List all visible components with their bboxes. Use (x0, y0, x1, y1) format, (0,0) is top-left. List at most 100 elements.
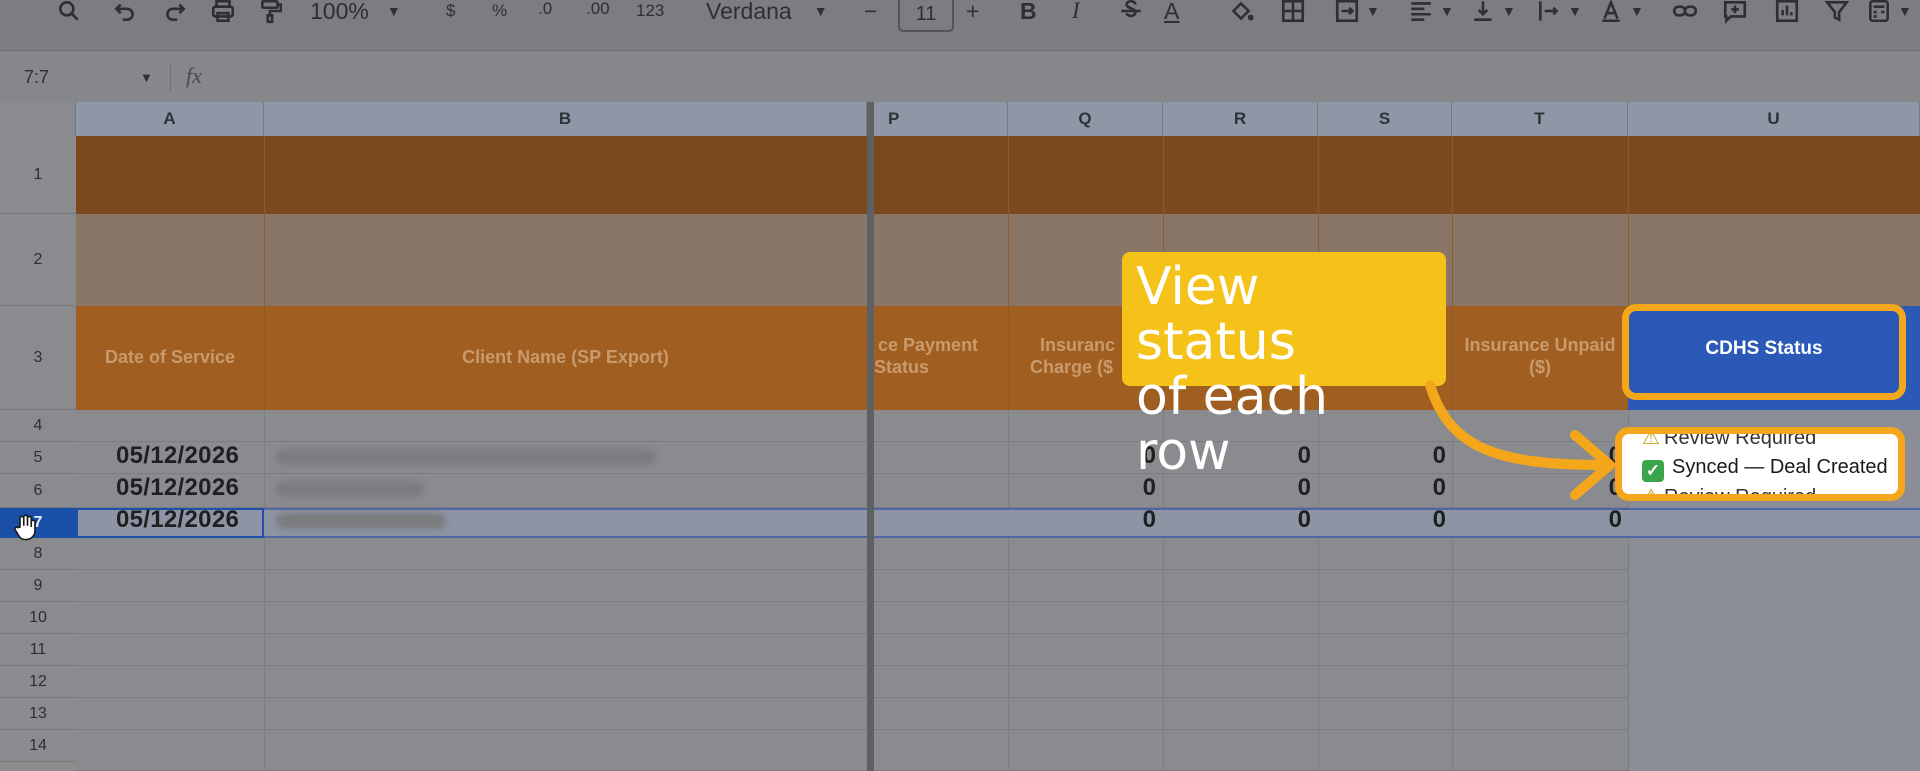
chevron-down-icon: ▼ (813, 3, 828, 19)
column-header-a[interactable]: A (76, 102, 264, 136)
callout-arrow-icon (1425, 380, 1615, 500)
name-box[interactable]: 7:7 (24, 67, 49, 88)
row-header[interactable]: 3 (0, 306, 76, 410)
row-header[interactable]: 5 (0, 442, 76, 474)
row-header[interactable]: 9 (0, 570, 76, 602)
cell-date[interactable]: 05/12/2026 (116, 506, 239, 534)
column-header-p[interactable]: P (874, 102, 1008, 136)
divider (264, 410, 265, 771)
row-header[interactable]: 8 (0, 538, 76, 570)
row-header[interactable]: 14 (0, 730, 76, 762)
column-header-t[interactable]: T (1452, 102, 1628, 136)
italic-button[interactable]: I (1072, 0, 1080, 26)
merge-cells-icon[interactable]: ▼ (1334, 0, 1380, 26)
row-header[interactable]: 2 (0, 214, 76, 306)
number-format-button[interactable]: 123 (636, 0, 664, 26)
warning-icon: ⚠ (1642, 486, 1660, 501)
redacted-client-name (276, 481, 424, 497)
undo-icon[interactable] (112, 0, 138, 26)
header-payment-status: ce Payment Status (874, 335, 979, 377)
toolbar: 100% ▼ $ % .0 .00 123 Verdana ▼ − 11 + B (0, 0, 1920, 50)
row-1-band (76, 136, 1920, 214)
header-insurance-unpaid: Insurance Unpaid ($) (1464, 335, 1616, 377)
font-size-decrease-button[interactable]: − (864, 0, 877, 26)
filter-icon[interactable] (1824, 0, 1850, 26)
header-date-of-service: Date of Service (104, 347, 236, 367)
font-size-input[interactable]: 11 (898, 0, 954, 32)
font-size-increase-button[interactable]: + (966, 0, 979, 26)
spreadsheet-app: 100% ▼ $ % .0 .00 123 Verdana ▼ − 11 + B (0, 0, 1920, 771)
formula-bar: 7:7 ▼ fx (0, 50, 1920, 104)
text-color-button[interactable]: A (1164, 0, 1179, 26)
horizontal-align-icon[interactable]: ▼ (1408, 0, 1454, 26)
functions-icon[interactable]: ▼ (1866, 0, 1912, 26)
chevron-down-icon: ▼ (386, 3, 401, 19)
zoom-value: 100% (310, 0, 369, 24)
status-cell-highlight[interactable]: ⚠ Review Required ✓ Synced — Deal Created … (1615, 427, 1905, 501)
frozen-column-divider[interactable] (867, 102, 874, 771)
chevron-down-icon: ▼ (1440, 3, 1454, 19)
column-header-r[interactable]: R (1163, 102, 1318, 136)
strikethrough-icon[interactable] (1118, 0, 1144, 26)
chevron-down-icon: ▼ (1568, 3, 1582, 19)
status-cell[interactable]: ⚠ Review Required (1642, 434, 1816, 450)
insert-link-icon[interactable] (1672, 0, 1698, 26)
currency-format-button[interactable]: $ (446, 0, 455, 26)
row-header[interactable]: 10 (0, 602, 76, 634)
divider (1628, 136, 1629, 306)
status-cell-synced[interactable]: ✓ Synced — Deal Created (1642, 456, 1888, 482)
cell-r[interactable]: 0 (1255, 506, 1311, 534)
cdhs-status-header: CDHS Status (1705, 338, 1823, 359)
fx-icon: fx (186, 63, 202, 88)
chevron-down-icon: ▼ (1366, 3, 1380, 19)
row-header[interactable]: 11 (0, 634, 76, 666)
select-all-corner[interactable] (0, 102, 76, 136)
row-header[interactable]: 1 (0, 136, 76, 214)
tutorial-callout: View status of each row (1122, 252, 1446, 480)
insert-comment-icon[interactable] (1722, 0, 1748, 26)
row-header[interactable]: 12 (0, 666, 76, 698)
redo-icon[interactable] (162, 0, 188, 26)
insert-chart-icon[interactable] (1774, 0, 1800, 26)
row-header[interactable]: 4 (0, 410, 76, 442)
zoom-select[interactable]: 100% ▼ (310, 0, 401, 26)
divider (1008, 410, 1009, 771)
vertical-align-icon[interactable]: ▼ (1470, 0, 1516, 26)
text-rotation-icon[interactable]: ▼ (1598, 0, 1644, 26)
column-header-q[interactable]: Q (1008, 102, 1163, 136)
check-icon: ✓ (1642, 460, 1664, 482)
cell-t[interactable]: 0 (1566, 506, 1622, 534)
font-family-select[interactable]: Verdana ▼ (706, 0, 828, 26)
increase-decimal-button[interactable]: .00 (586, 0, 610, 24)
chevron-down-icon: ▼ (1630, 3, 1644, 19)
redacted-client-name (276, 513, 446, 529)
borders-icon[interactable] (1280, 0, 1306, 26)
search-icon[interactable] (56, 0, 82, 26)
divider (1008, 136, 1009, 410)
status-cell[interactable]: ⚠ Review Required (1642, 484, 1816, 501)
header-client-name: Client Name (SP Export) (462, 347, 669, 367)
row-header[interactable]: 6 (0, 474, 76, 508)
cell-date[interactable]: 05/12/2026 (116, 442, 239, 470)
fill-color-icon[interactable] (1228, 0, 1254, 26)
paint-format-icon[interactable] (258, 0, 284, 26)
cell-s[interactable]: 0 (1390, 506, 1446, 534)
decrease-decimal-button[interactable]: .0 (538, 0, 552, 24)
chevron-down-icon: ▼ (1898, 3, 1912, 19)
text-wrap-icon[interactable]: ▼ (1536, 0, 1582, 26)
bold-button[interactable]: B (1020, 0, 1037, 26)
hand-cursor-icon (14, 514, 36, 541)
column-header-s[interactable]: S (1318, 102, 1452, 136)
chevron-down-icon[interactable]: ▼ (140, 70, 153, 85)
cell-date[interactable]: 05/12/2026 (116, 474, 239, 502)
redacted-client-name (276, 449, 656, 465)
row-header[interactable]: 13 (0, 698, 76, 730)
print-icon[interactable] (210, 0, 236, 26)
percent-format-button[interactable]: % (492, 0, 507, 26)
column-header-u[interactable]: U (1628, 102, 1920, 136)
column-header-b[interactable]: B (264, 102, 867, 136)
divider (264, 136, 265, 410)
chevron-down-icon: ▼ (1502, 3, 1516, 19)
cell-q[interactable]: 0 (1100, 506, 1156, 534)
divider (170, 63, 171, 91)
